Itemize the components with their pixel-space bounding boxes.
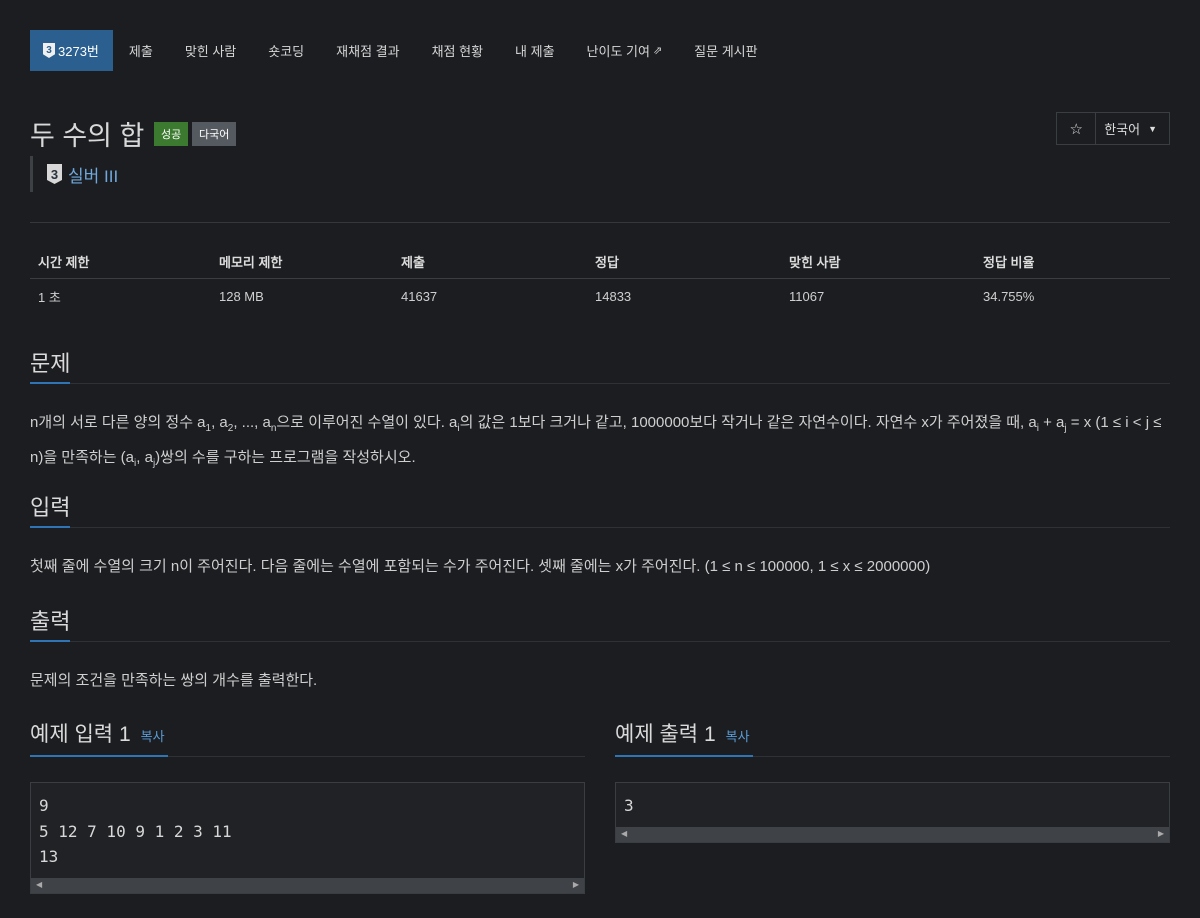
- scroll-right-icon[interactable]: ▶: [573, 880, 579, 889]
- time-limit-value: 1 초: [38, 289, 61, 305]
- horizontal-scrollbar[interactable]: ◀ ▶: [615, 826, 1170, 843]
- title-toolbar: ☆ 한국어 ▼: [1056, 112, 1170, 145]
- section-title-problem: 문제: [30, 351, 71, 376]
- sample-output-title: 예제 출력 1: [615, 723, 716, 746]
- chevron-down-icon: ▼: [1148, 123, 1157, 134]
- accepted-value: 14833: [595, 288, 632, 304]
- problem-nav: 3 3273번 제출 맞힌 사람 숏코딩 재채점 결과 채점 현황 내 제출 난…: [30, 30, 1170, 71]
- tier-mini-icon: 3: [43, 43, 55, 58]
- sample-output-box: 예제 출력 1 복사 3 ◀ ▶: [615, 718, 1170, 843]
- tier-row: 3 실버 III: [30, 156, 118, 192]
- copy-input-button[interactable]: 복사: [141, 726, 165, 745]
- accept-ratio-value: 34.755%: [983, 288, 1035, 304]
- header-solved-users: 맞힌 사람: [781, 245, 975, 279]
- star-icon[interactable]: ☆: [1057, 113, 1097, 144]
- problem-description: n개의 서로 다른 양의 정수 a1, a2, ..., an으로 이루어진 수…: [30, 414, 1162, 469]
- scroll-left-icon[interactable]: ◀: [621, 829, 627, 838]
- nav-submit[interactable]: 제출: [113, 30, 169, 71]
- nav-solved-users[interactable]: 맞힌 사람: [169, 30, 252, 71]
- header-submissions: 제출: [393, 245, 587, 279]
- sample-input-line: 5 12 7 10 9 1 2 3 11: [39, 821, 232, 841]
- sample-input-box: 예제 입력 1 복사 9 5 12 7 10 9 1 2 3 11 13 ◀ ▶: [30, 718, 585, 894]
- nav-rejudge[interactable]: 재채점 결과: [320, 30, 415, 71]
- sample-input-line: 13: [39, 847, 59, 866]
- horizontal-scrollbar[interactable]: ◀ ▶: [30, 877, 585, 894]
- section-title-input: 입력: [30, 495, 71, 520]
- problem-info-table: 시간 제한 메모리 제한 제출 정답 맞힌 사람 정답 비율 1 초 128 M…: [30, 245, 1170, 313]
- sample-input-code[interactable]: 9 5 12 7 10 9 1 2 3 11 13: [30, 782, 585, 878]
- nav-short-coding[interactable]: 숏코딩: [252, 30, 320, 71]
- header-memory-limit: 메모리 제한: [211, 245, 393, 279]
- nav-board[interactable]: 질문 게시판: [678, 30, 773, 71]
- external-link-icon: ⇗: [652, 45, 663, 57]
- sample-output-code[interactable]: 3: [615, 782, 1170, 827]
- output-section: 출력 문제의 조건을 만족하는 쌍의 개수를 출력한다.: [30, 604, 1170, 695]
- header-time-limit: 시간 제한: [30, 245, 211, 279]
- nav-my-submissions[interactable]: 내 제출: [499, 30, 571, 71]
- divider: [30, 222, 1170, 223]
- scroll-left-icon[interactable]: ◀: [36, 880, 42, 889]
- tier-label[interactable]: 실버 III: [68, 162, 118, 187]
- header-accept-ratio: 정답 비율: [975, 245, 1170, 279]
- memory-limit-value: 128 MB: [219, 288, 264, 304]
- input-section: 입력 첫째 줄에 수열의 크기 n이 주어진다. 다음 줄에는 수열에 포함되는…: [30, 490, 1170, 581]
- tier-icon: 3: [47, 164, 62, 184]
- nav-problem-number[interactable]: 3 3273번: [30, 30, 113, 71]
- copy-output-button[interactable]: 복사: [726, 726, 750, 745]
- solved-users-value: 11067: [789, 288, 825, 304]
- nav-status[interactable]: 채점 현황: [416, 30, 499, 71]
- sample-output-line: 3: [624, 796, 634, 815]
- scroll-right-icon[interactable]: ▶: [1158, 829, 1164, 838]
- problem-section: 문제 n개의 서로 다른 양의 정수 a1, a2, ..., an으로 이루어…: [30, 346, 1170, 478]
- language-select[interactable]: 한국어 ▼: [1096, 113, 1169, 144]
- submissions-value: 41637: [401, 288, 438, 304]
- output-description: 문제의 조건을 만족하는 쌍의 개수를 출력한다.: [30, 672, 318, 689]
- header-accepted: 정답: [587, 245, 781, 279]
- status-badge-success: 성공: [154, 122, 189, 146]
- sample-input-title: 예제 입력 1: [30, 723, 131, 746]
- input-description: 첫째 줄에 수열의 크기 n이 주어진다. 다음 줄에는 수열에 포함되는 수가…: [30, 558, 931, 575]
- sample-input-line: 9: [39, 796, 49, 815]
- status-badge-multilang[interactable]: 다국어: [192, 122, 237, 146]
- nav-difficulty-contribute[interactable]: 난이도 기여 ⇗: [571, 30, 679, 71]
- section-title-output: 출력: [30, 609, 71, 634]
- page-title: 두 수의 합: [30, 121, 145, 151]
- table-row: 1 초 128 MB 41637 14833 11067 34.755%: [30, 279, 1170, 314]
